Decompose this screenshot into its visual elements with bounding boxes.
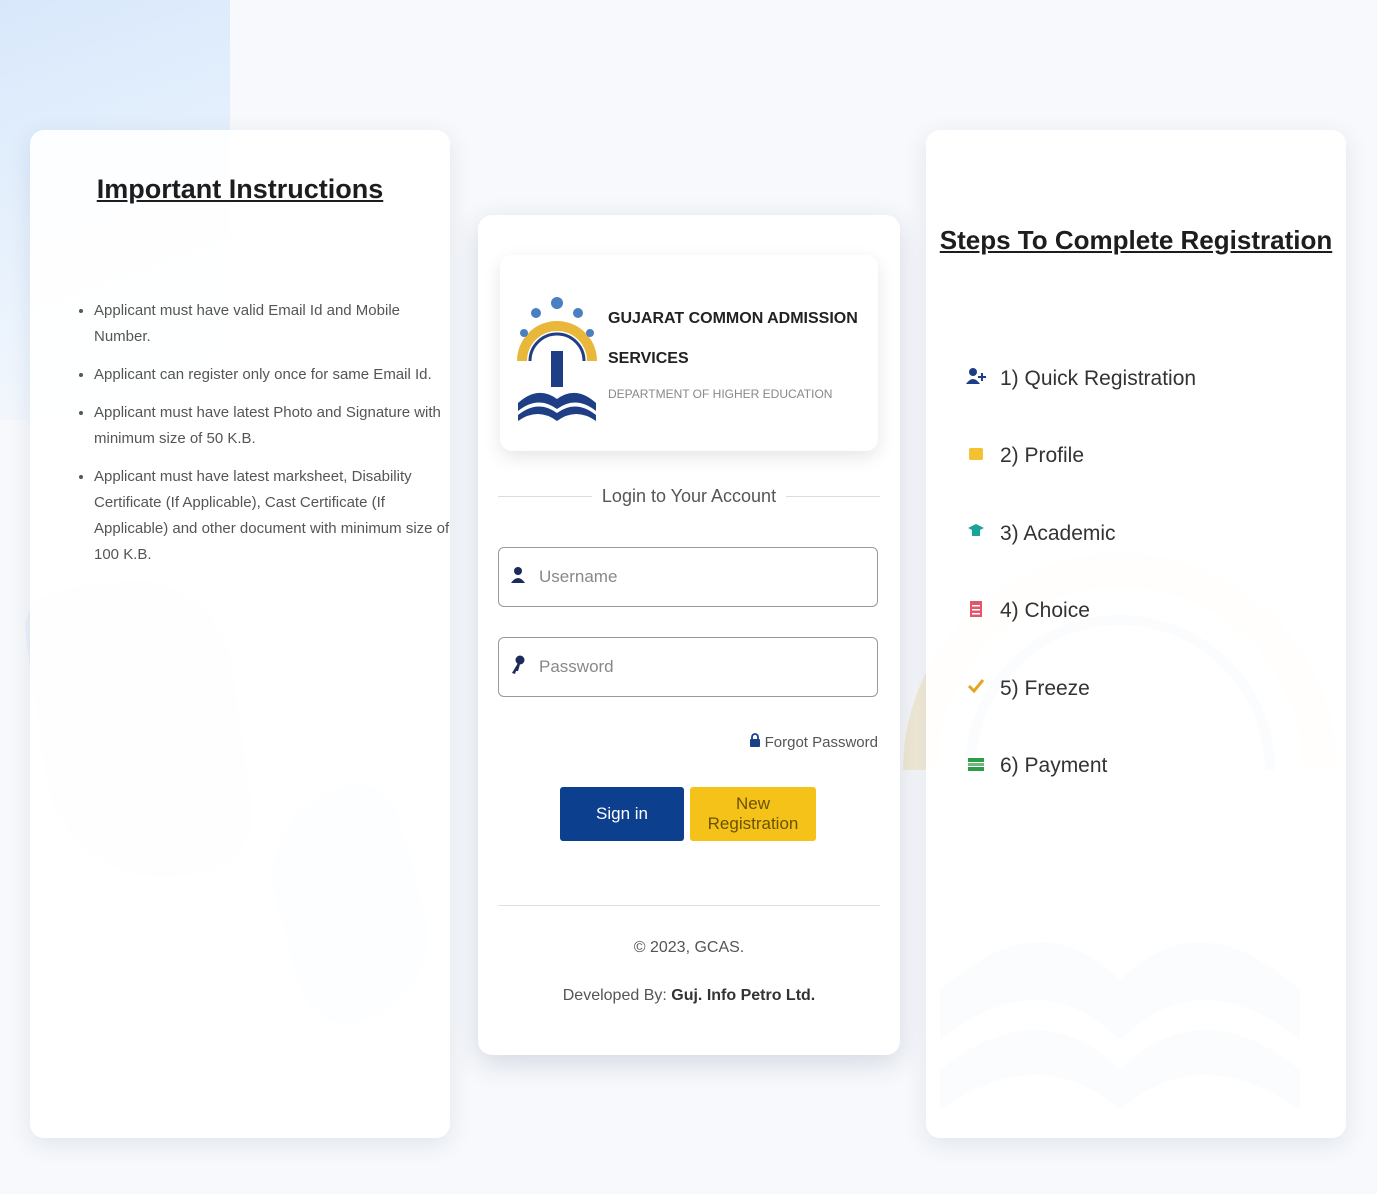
instructions-card: Important Instructions Applicant must ha…: [30, 130, 450, 1138]
password-input[interactable]: [537, 656, 861, 678]
developed-by-prefix: Developed By:: [562, 987, 672, 1004]
list-item: 4) Choice: [964, 573, 1324, 651]
instructions-title: Important Instructions: [96, 174, 384, 204]
list-icon: [964, 600, 988, 623]
gcas-logo-icon: [517, 297, 597, 421]
list-item: 2) Profile: [964, 418, 1324, 496]
step-label: 2) Profile: [1000, 444, 1085, 468]
list-item: Applicant must have valid Email Id and M…: [94, 298, 454, 350]
username-field[interactable]: [498, 547, 878, 607]
step-label: 6) Payment: [1000, 754, 1108, 778]
list-item: Applicant must have latest marksheet, Di…: [94, 464, 454, 568]
graduation-cap-icon: [964, 523, 988, 544]
new-registration-button[interactable]: New Registration: [690, 787, 816, 841]
steps-title: Steps To Complete Registration: [939, 225, 1333, 255]
login-heading: Login to Your Account: [498, 481, 880, 511]
key-icon: [499, 655, 537, 680]
list-item: 1) Quick Registration: [964, 340, 1324, 418]
check-icon: [964, 678, 988, 699]
steps-list: 1) Quick Registration 2) Profile 3) Acad…: [964, 340, 1324, 805]
registration-steps-card: Steps To Complete Registration 1) Quick …: [926, 130, 1346, 1138]
divider: [498, 905, 880, 906]
developed-by-text: Developed By: Guj. Info Petro Ltd.: [478, 987, 900, 1005]
user-icon: [499, 566, 537, 589]
money-icon: [964, 756, 988, 777]
step-label: 1) Quick Registration: [1000, 366, 1197, 390]
forgot-password-label: Forgot Password: [764, 733, 878, 751]
step-label: 4) Choice: [1000, 599, 1090, 623]
instructions-list: Applicant must have valid Email Id and M…: [78, 298, 454, 580]
sign-in-button[interactable]: Sign in: [560, 787, 684, 841]
step-label: 3) Academic: [1000, 521, 1116, 545]
lock-icon: [749, 733, 761, 751]
organization-name: GUJARAT COMMON ADMISSION SERVICES: [608, 310, 858, 367]
brand-box: GUJARAT COMMON ADMISSION SERVICES DEPART…: [500, 255, 878, 451]
password-field[interactable]: [498, 637, 878, 697]
login-card: GUJARAT COMMON ADMISSION SERVICES DEPART…: [478, 215, 900, 1055]
list-item: Applicant can register only once for sam…: [94, 362, 454, 388]
login-heading-text: Login to Your Account: [601, 485, 777, 506]
department-name: DEPARTMENT OF HIGHER EDUCATION: [608, 387, 833, 401]
copyright-text: © 2023, GCAS.: [633, 939, 745, 956]
developer-name: Guj. Info Petro Ltd.: [671, 987, 816, 1004]
profile-card-icon: [964, 446, 988, 467]
list-item: 5) Freeze: [964, 650, 1324, 728]
user-plus-icon: [964, 367, 988, 390]
list-item: 3) Academic: [964, 495, 1324, 573]
username-input[interactable]: [537, 566, 861, 588]
divider: [786, 495, 880, 497]
divider: [498, 495, 592, 497]
list-item: Applicant must have latest Photo and Sig…: [94, 400, 454, 452]
forgot-password-link[interactable]: Forgot Password: [749, 733, 878, 751]
list-item: 6) Payment: [964, 728, 1324, 806]
step-label: 5) Freeze: [1000, 676, 1090, 700]
